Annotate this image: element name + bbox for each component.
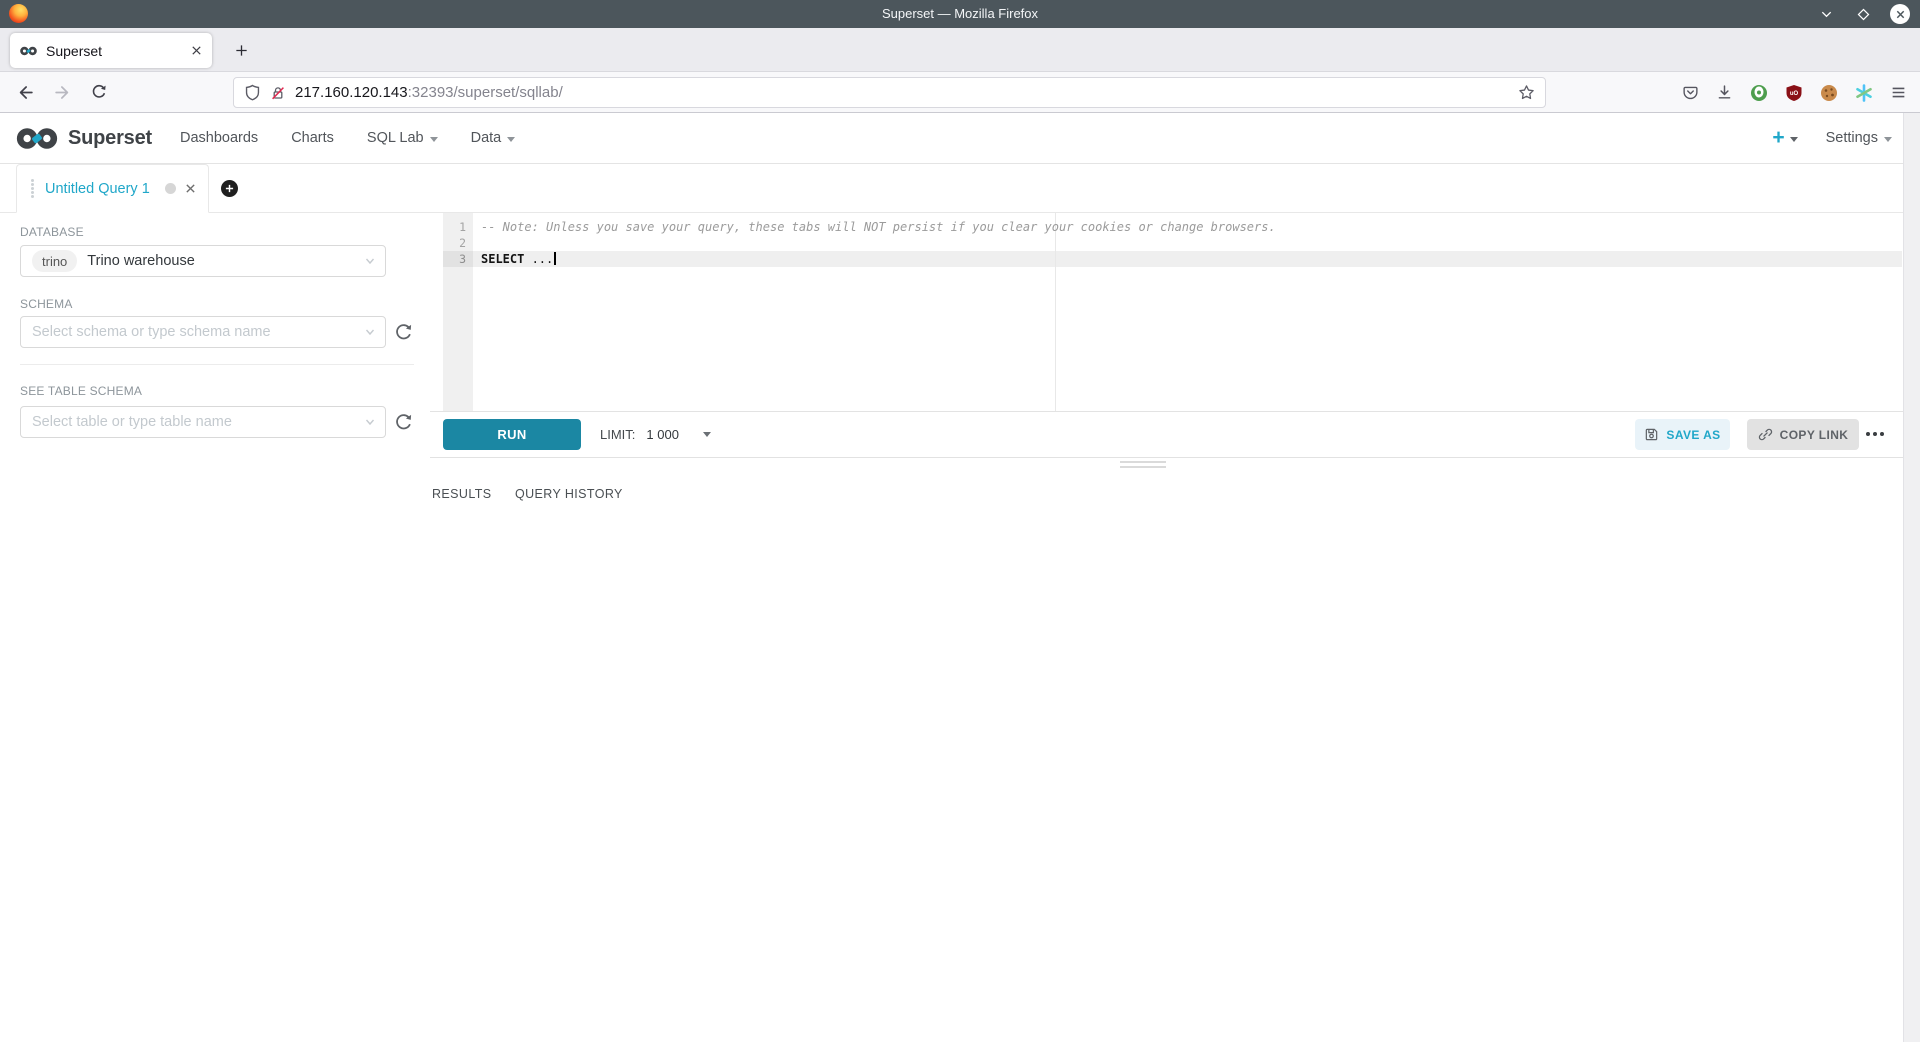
sql-keyword: SELECT [481,252,524,266]
chevron-down-icon [364,255,376,267]
limit-label: LIMIT: [600,427,635,442]
shield-icon[interactable] [244,84,261,101]
chevron-down-icon [364,326,376,338]
editor-bottom-border [430,411,1903,412]
chevron-down-icon [364,416,376,428]
limit-dropdown[interactable]: LIMIT: 1 000 [600,419,711,450]
url-host: 217.160.120.143 [295,84,408,101]
table-placeholder: Select table or type table name [32,414,232,430]
schema-label: SCHEMA [20,297,73,311]
window-title: Superset — Mozilla Firefox [0,0,1920,28]
query-tab-active[interactable]: Untitled Query 1 [16,164,209,213]
window-minimize-button[interactable] [1816,4,1836,24]
chevron-down-icon [430,137,438,142]
database-value: Trino warehouse [87,253,194,269]
ublock-icon[interactable]: uO [1785,84,1803,102]
table-schema-label: SEE TABLE SCHEMA [20,384,142,398]
window-maximize-button[interactable] [1853,4,1873,24]
pocket-icon[interactable] [1682,84,1699,101]
sidebar-divider [20,364,414,365]
nav-data[interactable]: Data [471,130,516,146]
superset-navbar: Superset Dashboards Charts SQL Lab Data … [0,113,1920,164]
superset-favicon-icon [19,45,38,57]
chevron-down-icon [703,432,711,437]
print-margin-line [1055,213,1056,411]
browser-tab-superset[interactable]: Superset [10,33,212,68]
page-scrollbar[interactable] [1903,113,1920,1042]
multi-color-asterisk-icon[interactable] [1855,84,1873,102]
brand-text: Superset [68,127,152,150]
pane-resize-handle[interactable] [1120,461,1166,471]
nav-dashboards[interactable]: Dashboards [180,130,258,146]
browser-tab-strip: Superset [0,28,1920,72]
menu-icon[interactable] [1890,84,1907,101]
superset-infinity-icon [14,126,60,151]
query-tab-label: Untitled Query 1 [45,181,156,197]
back-icon[interactable] [10,77,40,107]
browser-tab-title: Superset [46,43,182,59]
line-number: 3 [443,251,473,267]
sql-comment-line: -- Note: Unless you save your query, the… [481,219,1276,235]
nav-charts[interactable]: Charts [291,130,334,146]
cookie-icon[interactable] [1820,84,1838,102]
plus-icon: + [1772,128,1784,148]
url-path: :32393/superset/sqllab/ [408,84,563,101]
browser-toolbar: 217.160.120.143:32393/superset/sqllab/ u… [0,72,1920,113]
lock-slash-icon[interactable] [270,85,286,101]
save-icon [1644,427,1659,442]
copy-link-button[interactable]: COPY LINK [1747,419,1859,450]
url-text[interactable]: 217.160.120.143:32393/superset/sqllab/ [295,84,1509,101]
reload-icon[interactable] [84,77,114,107]
database-type-badge: trino [32,250,77,272]
nav-sql-lab[interactable]: SQL Lab [367,130,438,146]
query-tab-close-icon[interactable] [185,183,196,194]
chevron-down-icon [507,137,515,142]
line-number: 1 [443,219,473,235]
tab-results[interactable]: RESULTS [432,487,492,501]
database-label: DATABASE [20,225,84,239]
tab-query-history[interactable]: QUERY HISTORY [515,487,623,501]
new-tab-button[interactable] [226,35,256,65]
table-select[interactable]: Select table or type table name [20,406,386,438]
new-item-button[interactable]: + [1772,128,1797,148]
pane-divider [430,457,1903,458]
browser-tab-close-icon[interactable] [190,44,203,57]
refresh-tables-icon[interactable] [393,412,413,432]
chevron-down-icon [1790,137,1798,142]
url-bar[interactable]: 217.160.120.143:32393/superset/sqllab/ [233,77,1546,108]
active-line-highlight [443,251,1902,267]
download-icon[interactable] [1716,84,1733,101]
limit-value: 1 000 [646,427,679,442]
sql-code-rest: ... [524,252,553,266]
query-status-dot [165,183,176,194]
link-icon [1758,427,1773,442]
forward-icon[interactable] [47,77,77,107]
bookmark-star-icon[interactable] [1518,84,1535,101]
privacy-badger-icon[interactable] [1750,84,1768,102]
run-button[interactable]: RUN [443,419,581,450]
svg-text:uO: uO [1790,91,1799,97]
schema-select[interactable]: Select schema or type schema name [20,316,386,348]
refresh-schemas-icon[interactable] [393,322,413,342]
text-cursor [554,252,556,265]
save-as-button[interactable]: SAVE AS [1635,419,1730,450]
add-query-tab-button[interactable] [221,180,238,197]
query-tab-strip: Untitled Query 1 [0,164,1903,213]
ellipsis-icon[interactable] [1866,425,1884,443]
database-select[interactable]: trino Trino warehouse [20,245,386,277]
chevron-down-icon [1884,137,1892,142]
drag-handle-icon[interactable] [31,187,34,190]
window-titlebar: Superset — Mozilla Firefox [0,0,1920,28]
schema-placeholder: Select schema or type schema name [32,324,271,340]
settings-menu[interactable]: Settings [1826,130,1892,146]
superset-logo[interactable]: Superset [14,126,152,151]
window-close-button[interactable] [1890,4,1910,24]
line-number: 2 [443,235,473,251]
sql-code-line: SELECT ... [481,251,556,267]
